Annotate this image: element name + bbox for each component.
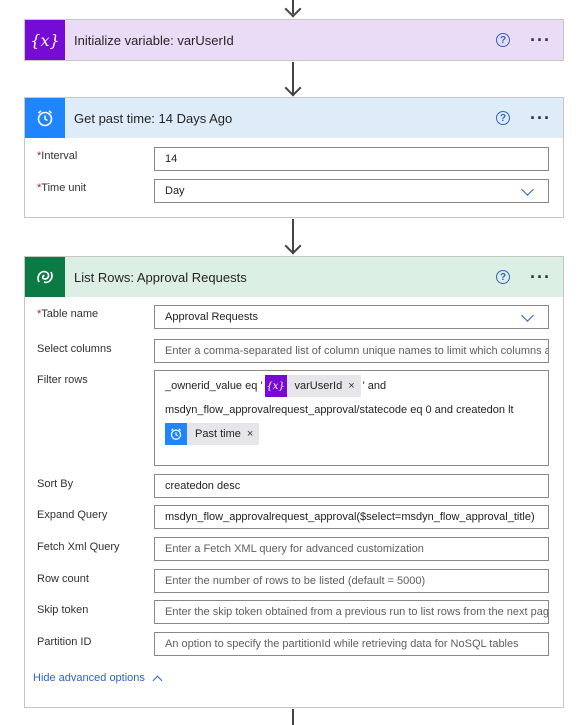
help-icon[interactable]: ? [496, 270, 511, 284]
fetch-xml-input[interactable]: Enter a Fetch XML query for advanced cus… [154, 537, 549, 561]
help-icon[interactable]: ? [496, 33, 511, 47]
token-label: varUserId [294, 380, 343, 392]
alarm-clock-icon [25, 98, 65, 138]
row-count-input[interactable]: Enter the number of rows to be listed (d… [154, 569, 549, 593]
remove-token-icon[interactable]: × [247, 428, 259, 440]
more-options-icon[interactable]: ··· [530, 109, 551, 127]
connector-arrowhead [284, 237, 302, 255]
row-count-label: Row count [37, 573, 89, 585]
dataverse-icon [25, 257, 65, 297]
connector-arrowhead-top [284, 0, 302, 18]
step-header[interactable]: {𝑥} Initialize variable: varUserId ? ··· [25, 20, 563, 60]
filter-text: msdyn_flow_approvalrequest_approval/stat… [165, 404, 514, 416]
filter-text: ' and [362, 380, 387, 392]
step-title: List Rows: Approval Requests [74, 269, 247, 285]
connector-arrowhead [284, 79, 302, 97]
dynamic-token-past-time[interactable]: Past time × [165, 423, 260, 445]
interval-label: *Interval [37, 150, 78, 162]
dynamic-token-varuserid[interactable]: {𝑥} varUserId × [264, 375, 361, 397]
chevron-down-icon[interactable] [521, 183, 534, 196]
time-unit-dropdown[interactable]: Day [154, 179, 549, 203]
variable-icon: {𝑥} [264, 375, 287, 397]
table-name-dropdown[interactable]: Approval Requests [154, 305, 549, 329]
step-title: Initialize variable: varUserId [74, 32, 234, 48]
fetch-xml-label: Fetch Xml Query [37, 541, 120, 553]
expand-query-input[interactable]: msdyn_flow_approvalrequest_approval($sel… [154, 505, 549, 529]
more-options-icon[interactable]: ··· [530, 268, 551, 286]
filter-text: _ownerid_value eq ' [165, 380, 263, 392]
variable-icon: {𝑥} [25, 20, 65, 60]
sort-by-input[interactable]: createdon desc [154, 474, 549, 498]
step-list-rows[interactable]: List Rows: Approval Requests ? ··· *Tabl… [24, 256, 564, 708]
connector-arrow-bottom [292, 709, 294, 725]
hide-advanced-label: Hide advanced options [33, 672, 145, 684]
select-columns-input[interactable]: Enter a comma-separated list of column u… [154, 339, 549, 363]
token-label: Past time [195, 428, 241, 440]
interval-field[interactable]: 14 [154, 147, 549, 171]
hide-advanced-options-link[interactable]: Hide advanced options [33, 672, 163, 685]
alarm-clock-icon [165, 423, 187, 445]
filter-rows-input[interactable]: _ownerid_value eq ' {𝑥} varUserId × ' an… [154, 370, 549, 466]
remove-token-icon[interactable]: × [348, 380, 360, 392]
chevron-down-icon[interactable] [521, 309, 534, 322]
step-title: Get past time: 14 Days Ago [74, 110, 233, 126]
select-columns-label: Select columns [37, 343, 112, 355]
expand-query-label: Expand Query [37, 509, 108, 521]
help-icon[interactable]: ? [496, 111, 511, 125]
chevron-up-icon [152, 675, 163, 685]
sort-by-label: Sort By [37, 478, 74, 490]
table-name-label: *Table name [37, 308, 99, 320]
more-options-icon[interactable]: ··· [530, 31, 551, 49]
filter-rows-label: Filter rows [37, 374, 88, 386]
partition-id-input[interactable]: An option to specify the partitionId whi… [154, 632, 549, 656]
partition-id-label: Partition ID [37, 636, 92, 648]
step-get-past-time[interactable]: Get past time: 14 Days Ago ? ··· *Interv… [24, 97, 564, 218]
skip-token-input[interactable]: Enter the skip token obtained from a pre… [154, 600, 549, 624]
step-initialize-variable[interactable]: {𝑥} Initialize variable: varUserId ? ··· [24, 19, 564, 61]
step-header[interactable]: Get past time: 14 Days Ago ? ··· [25, 98, 563, 138]
step-header[interactable]: List Rows: Approval Requests ? ··· [25, 257, 563, 297]
time-unit-label: *Time unit [37, 182, 87, 194]
skip-token-label: Skip token [37, 604, 89, 616]
